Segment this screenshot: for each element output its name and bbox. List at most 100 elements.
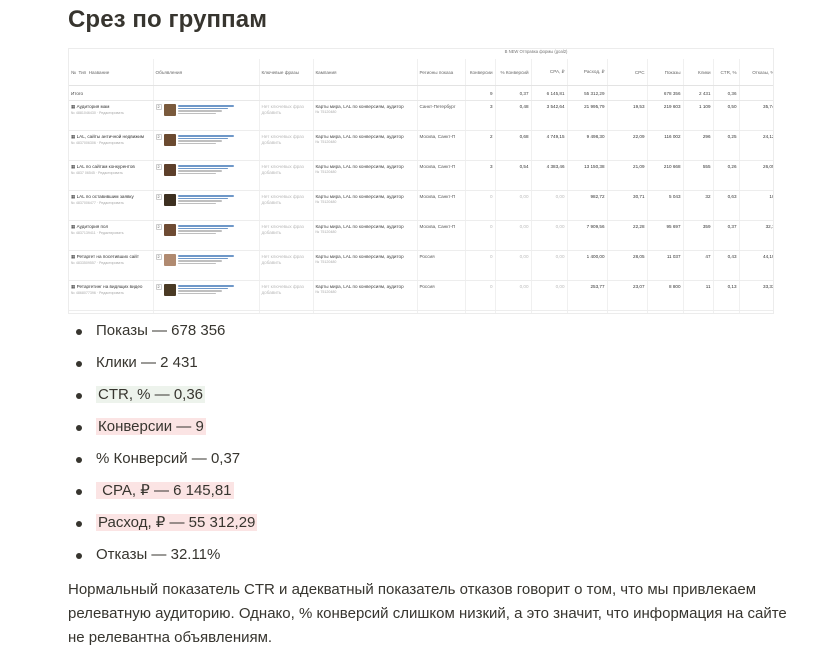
group-name[interactable]: ▦ LAL по оставившим заявку bbox=[71, 194, 151, 200]
cpa-cell: 0,00 bbox=[531, 190, 568, 221]
group-name[interactable]: ▦ Аудитория мам bbox=[71, 104, 151, 110]
keywords-cell: Нет ключевых фраз добавить bbox=[259, 130, 314, 161]
table-row[interactable]: ▦ Аудитория мам № 4881046430 · Редактиров… bbox=[69, 100, 773, 131]
campaign-id: № 75120480 bbox=[315, 200, 337, 204]
impressions-cell: 5 043 bbox=[647, 190, 684, 221]
ad-thumbnail-image[interactable] bbox=[163, 134, 176, 146]
ads-cell: 2 bbox=[153, 280, 260, 311]
col-header-bounce[interactable]: Отказы, % bbox=[739, 59, 773, 86]
ad-thumbnail-image[interactable] bbox=[163, 224, 176, 236]
table-row[interactable]: ▦ Ретаргетинг на видящих видео № 48680773… bbox=[69, 280, 773, 311]
metric-text: CPA, ₽ — 6 145,81 bbox=[96, 482, 234, 499]
group-name[interactable]: ▦ LAL по сайтам конкурентов bbox=[71, 164, 151, 170]
table-row[interactable]: ▦ LAL, сайты антиквариата№ 4868647615 · … bbox=[69, 310, 773, 313]
total-label: Итого bbox=[69, 85, 154, 101]
col-header-ctr[interactable]: CTR, % bbox=[713, 59, 740, 86]
total-bounce bbox=[739, 85, 773, 101]
ad-thumbnail-image[interactable] bbox=[163, 284, 176, 296]
group-id[interactable]: № 4868077396 · Редактировать bbox=[71, 291, 151, 295]
table-row[interactable]: ▦ Аудитория пол № 4837139411 · Редактиров… bbox=[69, 220, 773, 251]
col-header-cpc[interactable]: CPC bbox=[607, 59, 648, 86]
group-id[interactable]: № 4837 06545 · Редактировать bbox=[71, 171, 151, 175]
ads-count-badge[interactable]: 2 bbox=[155, 194, 162, 200]
bounce-cell: 10 bbox=[739, 190, 773, 221]
ad-preview-text bbox=[177, 284, 236, 295]
cpa-cell: 0,00 bbox=[531, 250, 568, 281]
conversion-pct-cell: 0,68 bbox=[495, 130, 532, 161]
col-header-clicks[interactable]: Клики bbox=[683, 59, 714, 86]
group-name[interactable]: ▦ Ретаргет на посетивших сайт bbox=[71, 254, 151, 260]
ad-thumbnail-image[interactable] bbox=[163, 164, 176, 176]
clicks-cell: 11 bbox=[683, 280, 714, 311]
group-name[interactable]: ▦ Аудитория пол bbox=[71, 224, 151, 230]
col-header-name[interactable]: № Тип Название bbox=[69, 59, 154, 86]
add-keywords-link[interactable]: Нет ключевых фраз добавить bbox=[262, 254, 311, 266]
conversion-pct-cell: 0,00 bbox=[495, 310, 532, 313]
group-id[interactable]: № 4833509557 · Редактировать bbox=[71, 261, 151, 265]
metric-text: Отказы — 32.11% bbox=[96, 546, 221, 563]
campaign-link[interactable]: Карты мира, LAL по конверсиям, аудитор bbox=[316, 164, 415, 169]
col-header-cpa[interactable]: CPA, ₽ bbox=[531, 59, 568, 86]
ads-count-badge[interactable]: 2 bbox=[155, 164, 162, 170]
add-keywords-link[interactable]: Нет ключевых фраз добавить bbox=[262, 134, 311, 146]
spend-cell: 1 400,00 bbox=[567, 250, 608, 281]
col-header-conversion-pct[interactable]: % Конверсий bbox=[495, 59, 532, 86]
col-header-conversions[interactable]: Конверсии bbox=[465, 59, 496, 86]
campaign-link[interactable]: Карты мира, LAL по конверсиям, аудитор bbox=[316, 224, 415, 229]
keywords-cell: Нет ключевых фраз добавить bbox=[259, 160, 314, 191]
campaign-link[interactable]: Карты мира, LAL по конверсиям, аудитор bbox=[316, 194, 415, 199]
ad-thumbnail-image[interactable] bbox=[163, 194, 176, 206]
ad-thumbnail-image[interactable] bbox=[163, 254, 176, 266]
conversions-cell: 3 bbox=[465, 100, 496, 131]
group-id[interactable]: № 4837006477 · Редактировать bbox=[71, 201, 151, 205]
ads-count-badge[interactable]: 2 bbox=[155, 134, 162, 140]
spend-cell: 9 498,30 bbox=[567, 130, 608, 161]
campaign-link[interactable]: Карты мира, LAL по конверсиям, аудитор bbox=[316, 104, 415, 109]
col-header-regions[interactable]: Регионы показа bbox=[417, 59, 466, 86]
bounce-cell: 32,1 bbox=[739, 220, 773, 251]
conversions-cell: 3 bbox=[465, 160, 496, 191]
cpa-cell: 3 542,64 bbox=[531, 100, 568, 131]
ad-thumbnail-image[interactable] bbox=[163, 104, 176, 116]
summary-paragraph: Нормальный показатель CTR и адекватный п… bbox=[68, 581, 787, 646]
metric-item: Расход, ₽ — 55 312,29 bbox=[76, 512, 258, 544]
table-row[interactable]: ▦ LAL по сайтам конкурентов № 4837 06545 … bbox=[69, 160, 773, 191]
col-header-impressions[interactable]: Показы bbox=[647, 59, 684, 86]
add-keywords-link[interactable]: Нет ключевых фраз добавить bbox=[262, 104, 311, 116]
ads-cell: 2 bbox=[153, 100, 260, 131]
ads-count-badge[interactable]: 2 bbox=[155, 104, 162, 110]
col-header-ads[interactable]: Объявления bbox=[153, 59, 260, 86]
ads-count-badge[interactable]: 2 bbox=[155, 254, 162, 260]
campaign-cell: Карты мира, LAL по конверсиям, аудитор№ … bbox=[313, 190, 418, 221]
total-conversions: 9 bbox=[465, 85, 496, 101]
campaign-cell: Карты мира, LAL по конверсиям, аудитор№ … bbox=[313, 160, 418, 191]
group-name[interactable]: ▦ LAL, сайты античной недвижим bbox=[71, 134, 151, 140]
ads-count-badge[interactable]: 2 bbox=[155, 224, 162, 230]
col-header-keywords[interactable]: Ключевые фразы bbox=[259, 59, 314, 86]
group-name[interactable]: ▦ Ретаргетинг на видящих видео bbox=[71, 284, 151, 290]
table-row[interactable]: ▦ Ретаргет на посетивших сайт № 483350955… bbox=[69, 250, 773, 281]
metric-item: Показы — 678 356 bbox=[76, 320, 257, 352]
group-id[interactable]: № 4837006306 · Редактировать bbox=[71, 141, 151, 145]
table-row[interactable]: ▦ LAL, сайты античной недвижим № 48370063… bbox=[69, 130, 773, 161]
col-header-spend[interactable]: Расход, ₽ bbox=[567, 59, 608, 86]
col-header-campaign[interactable]: Кампания bbox=[313, 59, 418, 86]
campaign-link[interactable]: Карты мира, LAL по конверсиям, аудитор bbox=[316, 254, 415, 259]
add-keywords-link[interactable]: Нет ключевых фраз добавить bbox=[262, 194, 311, 206]
spend-cell: 13 150,38 bbox=[567, 160, 608, 191]
ads-cell: 2 bbox=[153, 250, 260, 281]
campaign-link[interactable]: Карты мира, LAL по конверсиям, аудитор bbox=[316, 284, 415, 289]
group-id[interactable]: № 4881046430 · Редактировать bbox=[71, 111, 151, 115]
campaign-link[interactable]: Карты мира, LAL по конверсиям, аудитор bbox=[316, 134, 415, 139]
add-keywords-link[interactable]: Нет ключевых фраз добавить bbox=[262, 164, 311, 176]
cpc-cell: 22,09 bbox=[607, 130, 648, 161]
metric-text: % Конверсий — 0,37 bbox=[96, 450, 241, 467]
region-cell: Москва, Санкт-П bbox=[417, 220, 466, 251]
total-cpa: 6 145,81 bbox=[531, 85, 568, 101]
group-id[interactable]: № 4837139411 · Редактировать bbox=[71, 231, 151, 235]
add-keywords-link[interactable]: Нет ключевых фраз добавить bbox=[262, 284, 311, 296]
table-row[interactable]: ▦ LAL по оставившим заявку № 4837006477 ·… bbox=[69, 190, 773, 221]
metric-item: % Конверсий — 0,37 bbox=[76, 448, 257, 480]
ads-count-badge[interactable]: 2 bbox=[155, 284, 162, 290]
add-keywords-link[interactable]: Нет ключевых фраз добавить bbox=[262, 224, 311, 236]
